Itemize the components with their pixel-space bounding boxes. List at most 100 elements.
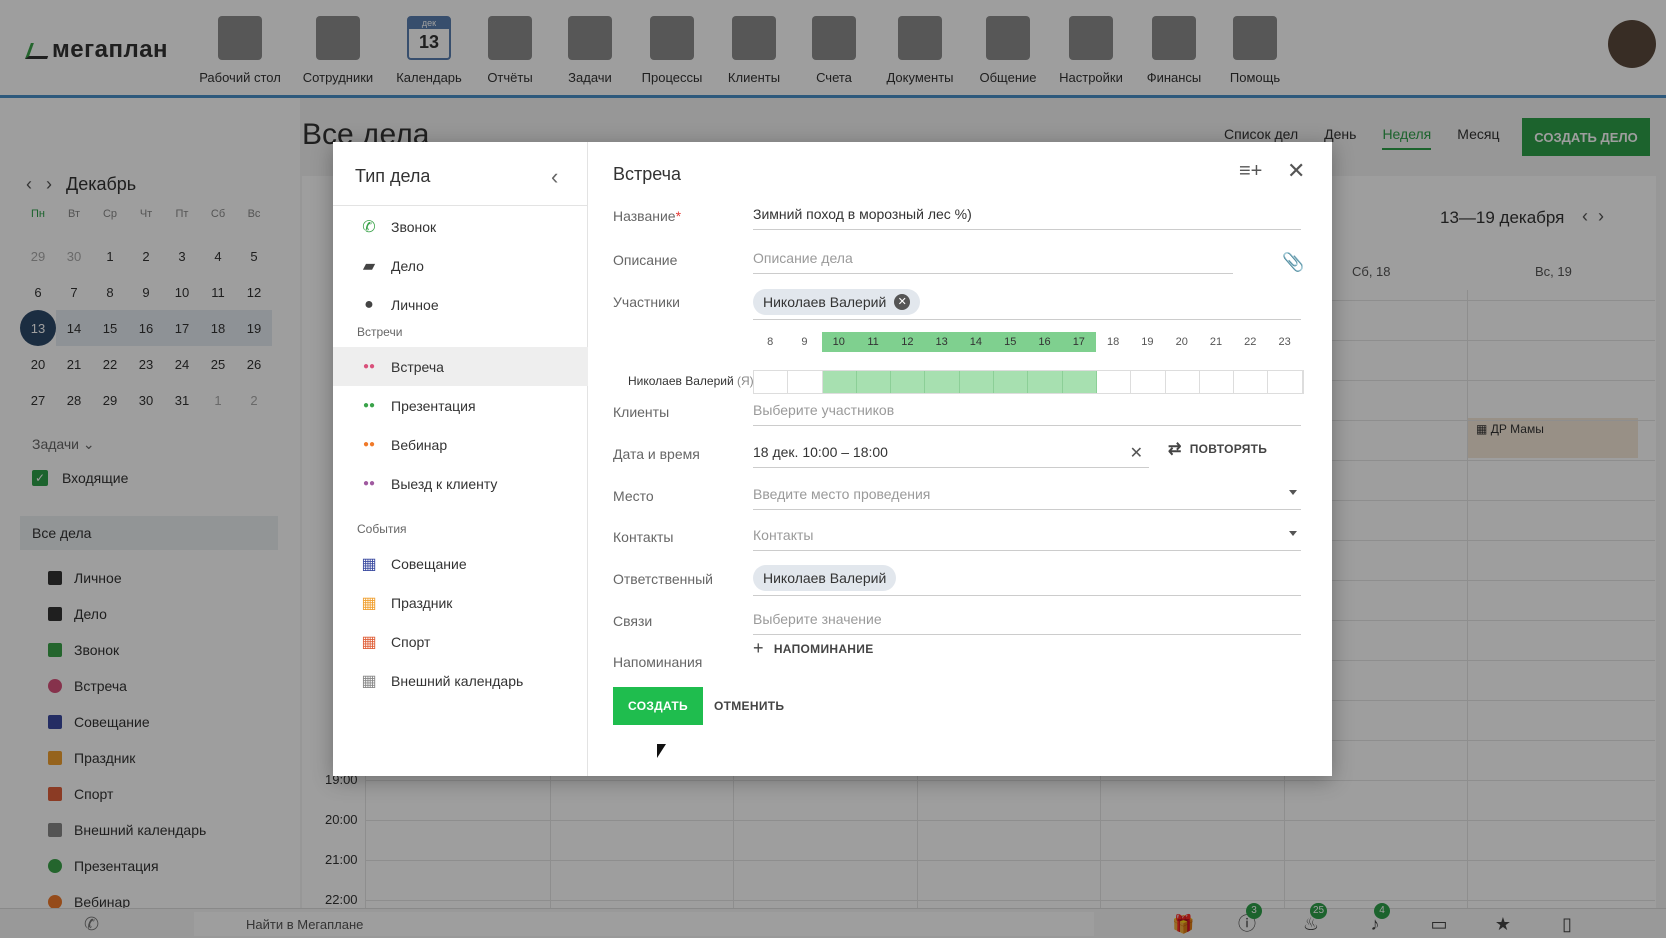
- hour-slot[interactable]: [1234, 371, 1269, 393]
- add-list-icon[interactable]: ≡+: [1239, 160, 1262, 183]
- hour-slot[interactable]: [1131, 371, 1166, 393]
- person-icon: ●: [364, 295, 374, 313]
- hour-slot[interactable]: [1166, 371, 1200, 393]
- deal-type-label: Спорт: [391, 633, 431, 650]
- paperclip-icon[interactable]: 📎: [1282, 252, 1304, 273]
- description-field[interactable]: Описание дела: [753, 246, 1233, 274]
- hour-slot[interactable]: [1028, 371, 1063, 393]
- deal-type-people[interactable]: ●● Встреча: [333, 347, 588, 386]
- contacts-field[interactable]: Контакты: [753, 523, 1301, 551]
- deal-type-label: Вебинар: [391, 436, 448, 453]
- hour-label: 20: [1175, 336, 1188, 348]
- repeat-button[interactable]: ⇄ ПОВТОРЯТЬ: [1168, 439, 1267, 459]
- availability-hours: 8 9 10 11 12 13 14 15 16 17 18 19 20 21 22 23: [753, 332, 1302, 352]
- deal-type-calendar[interactable]: ▦ Совещание: [333, 544, 588, 583]
- availability-person: Николаев Валерий (Я): [628, 374, 754, 388]
- chevron-left-icon[interactable]: ‹: [551, 164, 558, 190]
- deal-type-label: Презентация: [391, 397, 476, 414]
- contacts-label: Контакты: [613, 529, 674, 545]
- availability-timeline: [753, 370, 1304, 394]
- place-field[interactable]: Введите место проведения: [753, 482, 1301, 510]
- deal-type-label: Звонок: [391, 218, 437, 235]
- repeat-icon: ⇄: [1168, 441, 1182, 458]
- clear-icon[interactable]: ✕: [1130, 443, 1143, 463]
- create-button[interactable]: СОЗДАТЬ: [613, 687, 703, 725]
- required-mark: *: [675, 208, 682, 224]
- hour-label: 15: [993, 332, 1028, 352]
- hour-label: 23: [1278, 336, 1291, 348]
- clients-label: Клиенты: [613, 404, 670, 420]
- me-mark: (Я): [737, 374, 754, 388]
- deal-type-person[interactable]: ● Личное: [333, 285, 588, 324]
- deal-type-people[interactable]: ●● Презентация: [333, 386, 588, 425]
- deal-type-label: Встреча: [391, 358, 444, 375]
- plus-icon: +: [753, 638, 764, 658]
- hour-slot[interactable]: [1268, 371, 1303, 393]
- create-meeting-modal: Тип дела ‹ ✆ Звонок ▰ Дело ● Личное Встречи ●● В…: [333, 142, 1332, 776]
- contacts-placeholder: Контакты: [753, 527, 814, 543]
- deal-type-label: Праздник: [391, 594, 453, 611]
- people-icon: ●●: [362, 400, 376, 411]
- deal-type-people[interactable]: ●● Выезд к клиенту: [333, 464, 588, 503]
- hour-slot[interactable]: [822, 371, 857, 393]
- hour-label: 13: [924, 332, 959, 352]
- group-label-events: События: [357, 522, 407, 536]
- hour-slot[interactable]: [959, 371, 995, 393]
- hour-label: 10: [821, 332, 856, 352]
- participants-field[interactable]: Николаев Валерий ✕: [753, 286, 1301, 320]
- datetime-field[interactable]: 18 дек. 10:00 – 18:00 ✕: [753, 440, 1149, 468]
- calendar-icon: ▦: [361, 672, 377, 690]
- description-label: Описание: [613, 252, 678, 268]
- repeat-label: ПОВТОРЯТЬ: [1189, 442, 1268, 456]
- name-field[interactable]: Зимний поход в морозный лес %): [753, 202, 1301, 230]
- hour-slot[interactable]: [925, 371, 960, 393]
- phone-icon: ✆: [362, 218, 376, 236]
- clients-field[interactable]: Выберите участников: [753, 398, 1301, 426]
- place-placeholder: Введите место проведения: [753, 486, 931, 502]
- calendar-icon: ▦: [361, 633, 377, 651]
- deal-type-people[interactable]: ●● Вебинар: [333, 425, 588, 464]
- add-reminder-button[interactable]: + НАПОМИНАНИЕ: [753, 638, 874, 659]
- hour-slot[interactable]: [891, 371, 926, 393]
- hour-slot[interactable]: [788, 371, 823, 393]
- deal-type-phone[interactable]: ✆ Звонок: [333, 207, 588, 246]
- dropdown-arrow-icon[interactable]: [1289, 531, 1297, 536]
- datetime-label: Дата и время: [613, 446, 700, 462]
- reminders-label: Напоминания: [613, 654, 703, 670]
- close-icon[interactable]: ✕: [1287, 158, 1305, 184]
- deal-type-label: Выезд к клиенту: [391, 475, 498, 492]
- hour-label: 9: [801, 336, 808, 348]
- participant-chip[interactable]: Николаев Валерий ✕: [753, 289, 921, 315]
- calendar-icon: ▦: [361, 594, 377, 612]
- hour-label: 17: [1061, 332, 1096, 352]
- hour-label: 14: [958, 332, 994, 352]
- hour-label: 19: [1141, 336, 1154, 348]
- hour-slot[interactable]: [1097, 371, 1132, 393]
- deal-type-label: Внешний календарь: [391, 672, 524, 689]
- people-icon: ●●: [362, 361, 376, 372]
- form-title: Встреча: [613, 164, 682, 184]
- links-field[interactable]: Выберите значение: [753, 607, 1301, 635]
- remove-participant-icon[interactable]: ✕: [894, 294, 911, 310]
- responsible-label: Ответственный: [613, 571, 713, 587]
- hour-slot[interactable]: [1062, 371, 1097, 393]
- hour-slot[interactable]: [994, 371, 1029, 393]
- responsible-chip[interactable]: Николаев Валерий: [753, 565, 897, 591]
- deal-type-calendar[interactable]: ▦ Спорт: [333, 622, 588, 661]
- deal-type-briefcase[interactable]: ▰ Дело: [333, 246, 588, 285]
- divider: [333, 205, 588, 206]
- hour-label: 8: [767, 336, 774, 348]
- deal-type-calendar[interactable]: ▦ Праздник: [333, 583, 588, 622]
- deal-type-label: Дело: [391, 257, 424, 274]
- links-label: Связи: [613, 613, 653, 629]
- hour-label: 18: [1106, 336, 1120, 348]
- datetime-value: 18 дек. 10:00 – 18:00: [753, 444, 888, 460]
- participant-name: Николаев Валерий: [763, 294, 887, 310]
- dropdown-arrow-icon[interactable]: [1289, 490, 1297, 495]
- responsible-field[interactable]: Николаев Валерий: [753, 562, 1301, 596]
- hour-slot[interactable]: [856, 371, 892, 393]
- hour-slot[interactable]: [754, 371, 789, 393]
- deal-type-calendar[interactable]: ▦ Внешний календарь: [333, 661, 588, 700]
- cancel-button[interactable]: ОТМЕНИТЬ: [714, 687, 784, 725]
- hour-slot[interactable]: [1200, 371, 1235, 393]
